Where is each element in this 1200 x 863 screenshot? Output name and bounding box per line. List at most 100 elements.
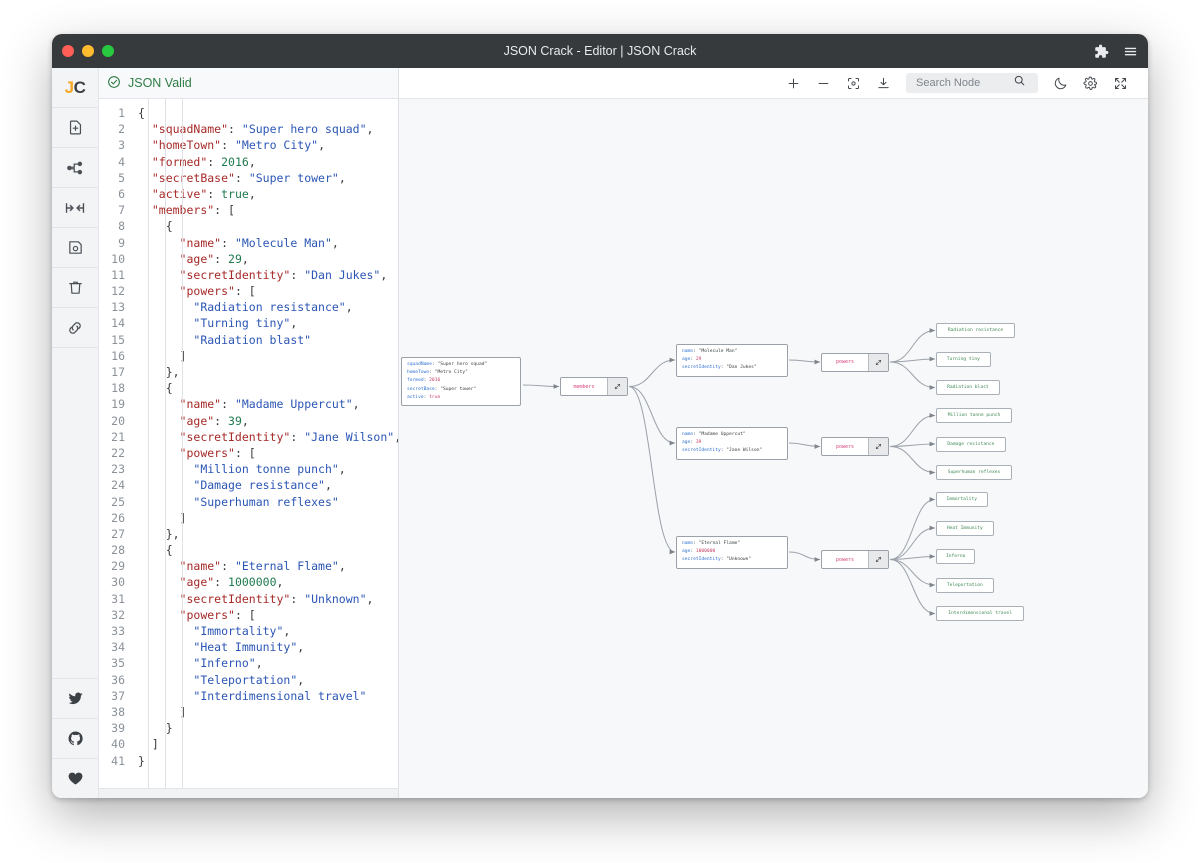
editor-horizontal-scrollbar[interactable] xyxy=(99,788,398,798)
extensions-icon[interactable] xyxy=(1094,44,1109,59)
line-number: 10 xyxy=(111,251,125,266)
minimize-button[interactable] xyxy=(82,45,94,57)
code-line: "homeTown": "Metro City", xyxy=(138,137,398,153)
graph-node-row: age: 39 xyxy=(682,440,702,446)
code-token: : xyxy=(221,235,235,250)
code-token: , xyxy=(248,154,256,169)
code-token: , xyxy=(366,591,374,606)
code-editor[interactable]: 1 2 3 4 5 6 7 8 9 10 11 12 13 14 15 16 17 18 19 20 21 22 23 24 2… xyxy=(99,99,398,788)
code-token: , xyxy=(324,478,332,493)
sidebar-item-github[interactable] xyxy=(52,718,98,758)
collapse-toggle-icon[interactable] xyxy=(868,438,888,455)
graph-node-powers-eternal-flame[interactable]: powers xyxy=(821,550,889,569)
graph-node-member-molecule-man[interactable]: name: "Molecule Man" age: 29 secretIdentit… xyxy=(676,344,788,377)
graph-canvas[interactable]: squadName: "Super hero squad" homeTown: "… xyxy=(399,99,1148,798)
code-token: "active" xyxy=(151,186,208,201)
code-token: 2016 xyxy=(221,154,249,169)
graph-node-members[interactable]: members xyxy=(560,377,628,396)
sidebar-item-collapse[interactable] xyxy=(52,188,98,228)
line-number: 32 xyxy=(111,607,125,622)
download-button[interactable] xyxy=(876,76,891,91)
collapse-toggle-icon[interactable] xyxy=(607,378,627,395)
settings-button[interactable] xyxy=(1083,76,1098,91)
graph-node-member-madame-uppercut[interactable]: name: "Madame Uppercut" age: 39 secretIden… xyxy=(676,427,788,460)
graph-toolbar xyxy=(399,68,1148,99)
code-token: : xyxy=(207,186,222,201)
json-status-text: JSON Valid xyxy=(128,76,192,90)
dark-mode-toggle[interactable] xyxy=(1053,76,1068,91)
sidebar-item-delete[interactable] xyxy=(52,268,98,308)
graph-leaf-node[interactable]: Superhuman reflexes xyxy=(936,465,1012,480)
sidebar-item-link[interactable] xyxy=(52,308,98,348)
node-value: 2016 xyxy=(429,378,441,384)
line-number: 24 xyxy=(111,478,125,493)
graph-leaf-node[interactable]: Damage resistance xyxy=(936,436,1006,452)
code-token: , xyxy=(297,640,305,655)
line-number: 21 xyxy=(111,429,125,444)
window-title: JSON Crack - Editor | JSON Crack xyxy=(503,44,697,58)
collapse-toggle-icon[interactable] xyxy=(868,353,888,371)
graph-node-root[interactable]: squadName: "Super hero squad" homeTown: "… xyxy=(401,357,521,407)
code-token: : xyxy=(290,429,305,444)
graph-leaf-node[interactable]: Radiation blast xyxy=(936,380,1000,395)
valid-check-icon xyxy=(107,75,121,92)
code-line: ] xyxy=(138,704,398,720)
graph-node-powers-molecule-man[interactable]: powers xyxy=(821,352,889,372)
line-number: 41 xyxy=(111,753,125,768)
line-number: 4 xyxy=(118,154,125,169)
graph-leaf-node[interactable]: Interdimensional travel xyxy=(936,606,1025,621)
zoom-in-button[interactable] xyxy=(786,76,801,91)
graph-node-powers-madame-uppercut[interactable]: powers xyxy=(821,437,889,456)
node-value: "Madame Uppercut" xyxy=(698,432,746,437)
indent-guide xyxy=(147,99,149,788)
code-line: { xyxy=(138,380,398,396)
graph-leaf-node[interactable]: Turning tiny xyxy=(936,351,991,367)
search-node-field[interactable] xyxy=(906,73,1038,93)
line-number: 28 xyxy=(111,543,125,558)
graph-leaf-node[interactable]: Million tonne punch xyxy=(936,408,1012,423)
code-line: "Immortality", xyxy=(138,623,398,639)
graph-leaf-node[interactable]: Immortality xyxy=(936,492,988,507)
close-button[interactable] xyxy=(62,45,74,57)
graph-edge xyxy=(628,386,676,446)
sidebar-item-twitter[interactable] xyxy=(52,678,98,718)
menu-icon[interactable] xyxy=(1123,44,1138,59)
fullscreen-button[interactable] xyxy=(1113,76,1128,91)
code-token: , xyxy=(352,397,360,412)
twitter-icon xyxy=(67,690,84,707)
sidebar-item-new-document[interactable] xyxy=(52,108,98,148)
maximize-button[interactable] xyxy=(102,45,114,57)
graph-leaf-node[interactable]: Heat Immunity xyxy=(936,520,994,536)
zoom-out-button[interactable] xyxy=(816,76,831,91)
code-token: "squadName" xyxy=(151,122,229,137)
code-line: { xyxy=(138,218,398,234)
line-number: 9 xyxy=(118,235,125,250)
code-token: "Radiation blast" xyxy=(193,332,312,347)
code-line: "secretBase": "Super tower", xyxy=(138,170,398,186)
search-input[interactable] xyxy=(914,76,1009,90)
code-token: "Metro City" xyxy=(234,138,319,153)
code-text-area[interactable]: { "squadName": "Super hero squad", "home… xyxy=(131,99,398,788)
sidebar-item-sponsor[interactable] xyxy=(52,758,98,798)
code-token: : xyxy=(221,559,235,574)
code-token: , xyxy=(241,413,249,428)
app-logo[interactable]: JC xyxy=(52,68,98,108)
center-view-button[interactable] xyxy=(846,76,861,91)
node-value: "Molecule Man" xyxy=(698,349,738,354)
code-token: "Damage resistance" xyxy=(193,478,325,493)
node-value: "Dan Jukes" xyxy=(726,365,757,371)
sidebar-item-share-graph[interactable] xyxy=(52,148,98,188)
sidebar-item-save[interactable] xyxy=(52,228,98,268)
code-token: }, xyxy=(138,365,180,379)
graph-edge xyxy=(889,361,936,390)
graph-leaf-node[interactable]: Teleportation xyxy=(936,577,994,593)
link-icon xyxy=(66,319,84,337)
search-icon[interactable] xyxy=(1013,74,1026,92)
graph-leaf-node[interactable]: Inferno xyxy=(936,549,976,564)
collapse-toggle-icon[interactable] xyxy=(868,551,888,568)
graph-node-row: active: true xyxy=(407,394,441,400)
graph-leaf-node[interactable]: Radiation resistance xyxy=(936,323,1015,338)
graph-node-member-eternal-flame[interactable]: name: "Eternal Flame" age: 1000000 secretI… xyxy=(676,536,788,569)
